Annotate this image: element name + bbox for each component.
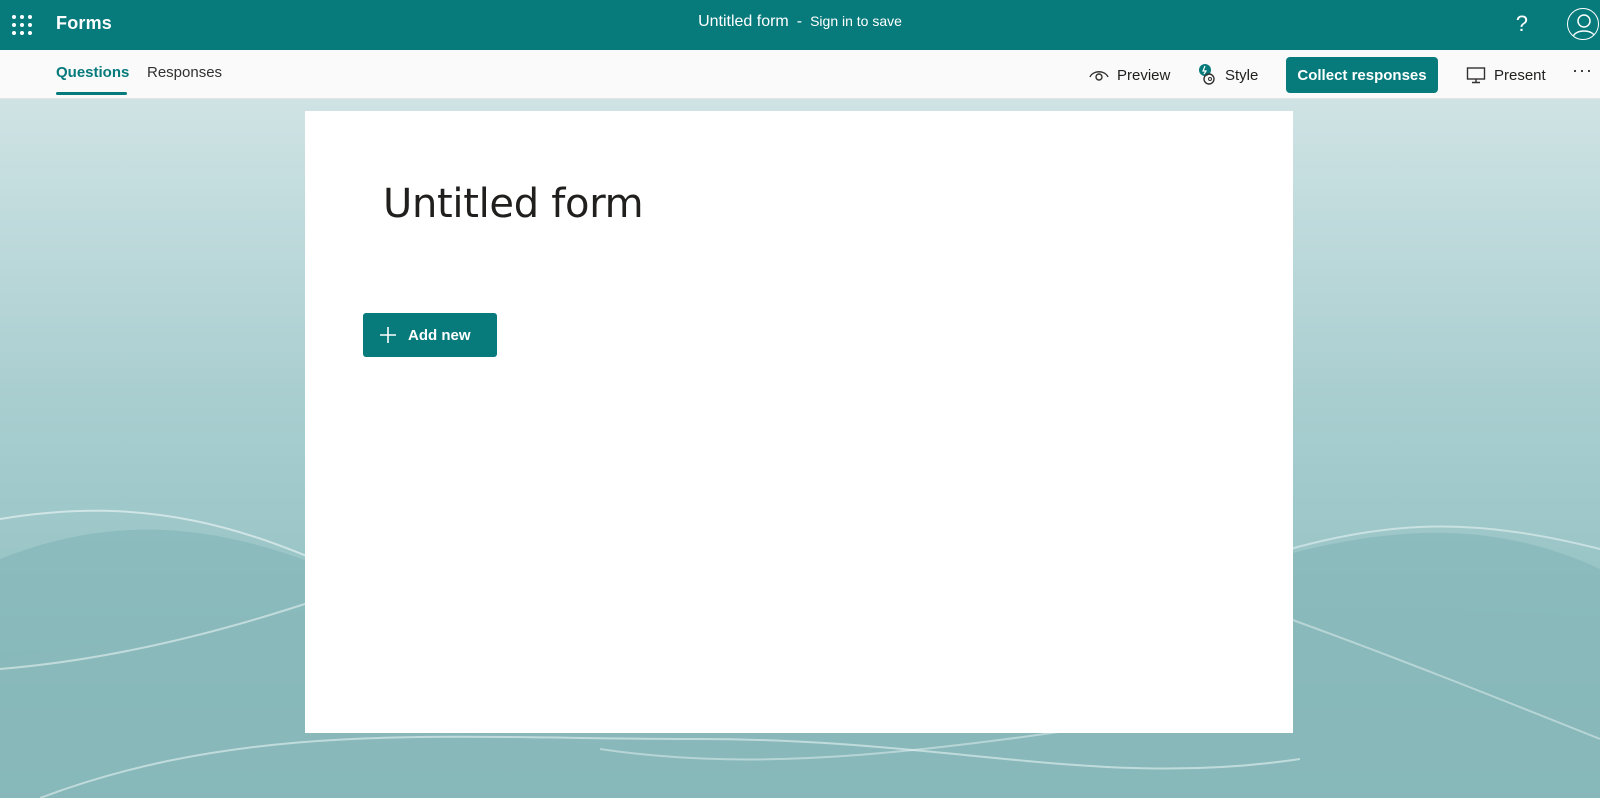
document-title[interactable]: Untitled form [698,13,789,30]
form-card: Untitled form Add new [305,111,1293,733]
style-icon [1199,64,1215,85]
title-separator: - [796,13,803,30]
form-title[interactable]: Untitled form [383,181,644,227]
document-title-area: Untitled form - Sign in to save [0,13,1600,31]
tab-questions[interactable]: Questions [56,64,129,81]
present-label: Present [1494,66,1546,84]
help-icon[interactable]: ? [1516,11,1528,37]
style-button[interactable]: Style [1197,62,1258,88]
tab-responses[interactable]: Responses [147,64,222,81]
sign-in-to-save-link[interactable]: Sign in to save [810,13,902,29]
active-tab-indicator [56,92,127,95]
preview-button[interactable]: Preview [1089,62,1170,88]
eye-icon [1089,71,1109,81]
add-new-button[interactable]: Add new [363,313,497,357]
plus-icon [380,327,396,343]
present-button[interactable]: Present [1466,62,1546,88]
monitor-icon [1466,67,1486,84]
add-new-label: Add new [408,326,471,344]
style-label: Style [1225,66,1259,84]
account-icon[interactable] [1567,8,1599,40]
collect-responses-button[interactable]: Collect responses [1286,57,1438,93]
app-header: Forms Untitled form - Sign in to save ? [0,0,1600,50]
command-bar: Questions Responses Preview Style Collec… [0,50,1600,99]
more-icon[interactable]: ··· [1572,60,1593,81]
preview-label: Preview [1117,66,1171,84]
